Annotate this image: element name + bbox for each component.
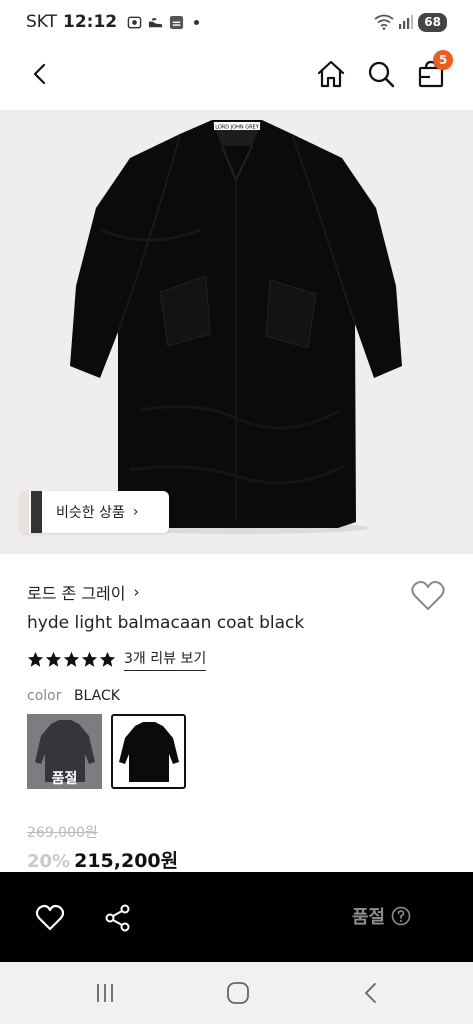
original-price: 269,000원 [27,825,98,841]
coat-image: LORD JOHN GREY [70,120,402,534]
color-swatch-black[interactable] [111,714,186,789]
shoe-icon [149,17,163,27]
home-button[interactable] [313,56,349,92]
product-detail-page: SKT 12:12 68 5 LORD JOHN GREY 비슷한 상품 › 로… [0,0,473,1024]
similar-product-thumbnail [20,491,42,533]
home-icon [317,60,345,88]
color-value: BLACK [73,688,120,704]
back-chevron-icon [364,983,376,1003]
wishlist-button[interactable] [410,579,446,613]
coat-tag-text: LORD JOHN GREY [215,125,259,131]
status-bar: SKT 12:12 68 [0,0,473,44]
recent-apps-icon [97,984,113,1002]
price-row: 20% 215,200원 [27,846,178,873]
screen-record-icon [127,16,142,28]
color-label: color [27,688,62,704]
bottom-action-bar: 품절 [0,872,473,962]
star-icon [81,651,98,667]
brand-name: 로드 존 그레이 [27,584,126,603]
star-icon [27,651,44,667]
signal-icon [399,15,414,29]
status-right: 68 [374,12,447,32]
heart-icon [35,904,65,931]
share-icon [105,904,130,932]
product-image[interactable]: LORD JOHN GREY 비슷한 상품 › [0,110,473,554]
recent-apps-button[interactable] [88,978,122,1008]
home-circle-icon [227,982,249,1004]
cart-button[interactable]: 5 [413,50,453,92]
clock: 12:12 [63,12,118,32]
dot-icon [194,19,200,25]
star-icon [45,651,62,667]
wifi-icon [374,14,394,30]
search-button[interactable] [363,56,399,92]
star-icon [99,651,116,667]
sold-out-button[interactable]: 품절 [352,903,411,929]
search-icon [368,61,395,88]
back-button[interactable] [22,56,58,92]
back-icon [33,63,46,85]
system-navigation-bar [0,962,473,1024]
system-back-button[interactable] [354,978,388,1008]
chevron-right-icon: › [133,583,140,601]
rating-stars [27,651,116,668]
help-icon[interactable] [391,906,411,926]
bottom-wishlist-button[interactable] [30,898,70,938]
similar-products-button[interactable]: 비슷한 상품 › [20,491,169,533]
black-coat-thumbnail [119,722,179,782]
app-notification-icon [170,15,184,29]
chevron-right-icon: › [132,504,139,520]
cart-count-badge: 5 [433,50,453,70]
sale-price: 215,200원 [74,850,179,872]
share-button[interactable] [98,898,138,938]
star-icon [63,651,80,667]
color-row: color BLACK [27,688,120,704]
heart-icon [411,581,445,610]
product-title: hyde light balmacaan coat black [27,613,305,633]
sold-out-label: 품절 [352,907,386,928]
review-link[interactable]: 3개 리뷰 보기 [124,648,207,671]
brand-link[interactable]: 로드 존 그레이 › [27,580,140,604]
carrier-label: SKT [26,12,58,32]
top-navigation: 5 [0,44,473,106]
similar-products-label: 비슷한 상품 [56,505,125,521]
battery-icon: 68 [418,12,447,32]
color-swatch-gray[interactable]: 품절 [27,714,102,789]
rating-row: 3개 리뷰 보기 [27,648,207,671]
system-home-button[interactable] [221,978,255,1008]
discount-rate: 20% [27,851,71,872]
sold-out-tag: 품절 [51,771,78,787]
